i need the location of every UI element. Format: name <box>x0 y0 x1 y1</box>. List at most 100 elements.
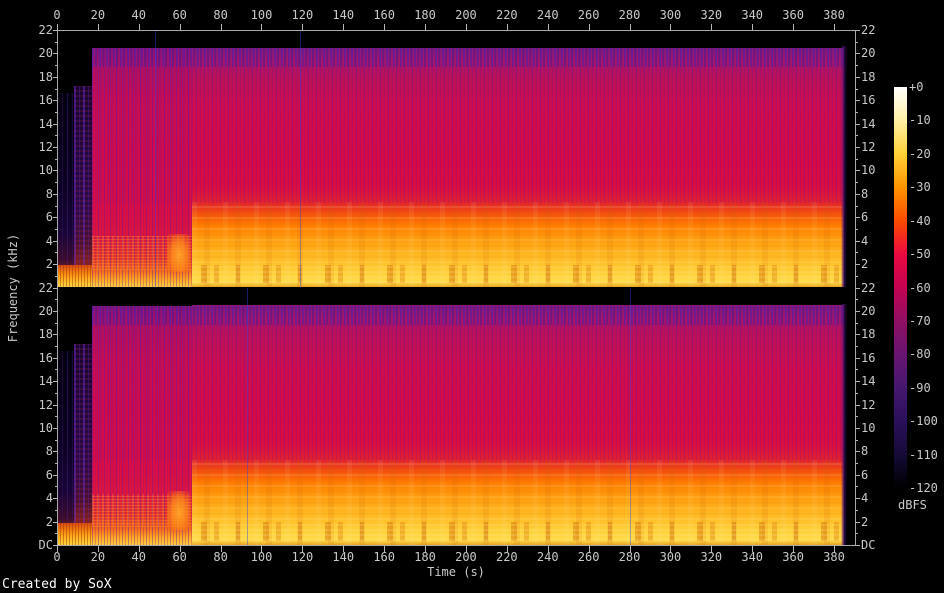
freq-tick-right <box>856 53 860 55</box>
freq-minor-tick-left <box>55 135 57 137</box>
colorbar-tick-label: -110 <box>909 447 938 462</box>
freq-tick-left <box>53 451 57 453</box>
freq-minor-tick-left <box>55 275 57 277</box>
time-tick-label-top: 60 <box>172 8 187 22</box>
colorbar-tick-label: -70 <box>909 313 931 328</box>
dbfs-colorbar <box>894 87 907 488</box>
freq-dc-label-left: DC <box>38 538 53 552</box>
time-tick-top <box>834 24 835 30</box>
freq-tick-right <box>856 287 860 289</box>
vertical-artifact-line-ch1 <box>247 287 249 545</box>
sox-spectrogram-window: 0 20 40 60 80 100 120 140 160 180 200 220 240 260 280 3… <box>0 0 944 593</box>
time-tick-label-bottom: 0 <box>53 550 61 564</box>
time-tick-label-top: 200 <box>455 8 477 22</box>
freq-tick-left <box>53 357 57 359</box>
freq-tick-label-right: 22 <box>861 23 876 37</box>
freq-tick-left <box>53 334 57 336</box>
time-axis-title: Time (s) <box>427 565 485 579</box>
time-tick-label-bottom: 380 <box>823 550 845 564</box>
colorbar-tick-label: -80 <box>909 347 931 362</box>
freq-tick-right <box>856 30 860 31</box>
time-tick-top <box>588 24 590 30</box>
freq-tick-right <box>856 193 860 195</box>
colorbar-tick-label: +0 <box>909 80 924 94</box>
time-tick-label-bottom: 100 <box>250 550 273 564</box>
freq-minor-tick-right <box>856 275 858 277</box>
vertical-artifact-line-ch1 <box>629 287 631 545</box>
time-tick-label-bottom: 40 <box>131 550 146 564</box>
freq-tick-right <box>856 264 860 266</box>
freq-minor-tick-right <box>856 88 858 90</box>
time-tick-top <box>465 24 467 30</box>
freq-minor-tick-right <box>856 205 858 207</box>
freq-minor-tick-left <box>55 205 57 207</box>
freq-tick-right <box>856 357 860 359</box>
freq-minor-tick-right <box>856 486 858 488</box>
spectrogram-quiet-intro-ch0 <box>57 93 74 288</box>
freq-tick-left <box>53 474 57 476</box>
time-tick-label-top: 140 <box>332 8 355 22</box>
time-tick-label-top: 180 <box>414 8 436 22</box>
time-tick-top <box>506 24 508 30</box>
freq-tick-right <box>856 427 860 429</box>
freq-tick-right <box>856 381 860 383</box>
freq-minor-tick-right <box>856 111 858 113</box>
freq-tick-right <box>856 123 860 125</box>
plot-border-bottom <box>57 545 856 546</box>
freq-minor-tick-left <box>55 111 57 113</box>
time-tick-label-bottom: 360 <box>782 550 804 564</box>
freq-tick-right <box>856 474 860 476</box>
freq-tick-right <box>856 545 860 546</box>
freq-minor-tick-left <box>55 392 57 394</box>
freq-minor-tick-left <box>55 182 57 184</box>
freq-tick-label-left: 10 <box>38 420 53 435</box>
time-tick-label-bottom: 60 <box>172 550 187 564</box>
freq-tick-label-left: 10 <box>38 163 53 178</box>
spectrogram-plot <box>57 30 855 545</box>
freq-minor-tick-right <box>856 369 858 371</box>
freq-minor-tick-right <box>856 392 858 394</box>
time-tick-top <box>425 24 427 30</box>
colorbar-tick-label: -50 <box>909 247 931 262</box>
spectrogram-intro-buildup-ch1 <box>73 343 92 545</box>
freq-minor-tick-left <box>55 533 57 535</box>
time-tick-label-top: 340 <box>741 8 764 22</box>
time-tick-label-bottom: 340 <box>741 550 764 564</box>
colorbar-tick-label: -100 <box>909 414 938 429</box>
freq-tick-label-left: 14 <box>38 116 53 131</box>
time-tick-label-bottom: 260 <box>577 550 600 564</box>
time-tick-top <box>220 24 222 30</box>
freq-tick-right <box>856 170 860 172</box>
freq-tick-right <box>856 310 860 312</box>
freq-minor-tick-left <box>55 486 57 488</box>
freq-axis-title: Frequency (kHz) <box>6 233 20 343</box>
time-tick-top <box>793 24 795 30</box>
freq-tick-left <box>53 53 57 55</box>
time-tick-top <box>179 24 181 30</box>
freq-minor-tick-left <box>55 158 57 160</box>
freq-tick-label-left: 22 <box>38 23 53 37</box>
time-tick-top <box>57 24 58 30</box>
freq-minor-tick-right <box>856 135 858 137</box>
freq-tick-left <box>53 170 57 172</box>
freq-tick-left <box>53 264 57 266</box>
time-tick-label-bottom: 300 <box>659 550 682 564</box>
freq-minor-tick-left <box>55 439 57 441</box>
time-tick-top <box>97 24 99 30</box>
freq-minor-tick-left <box>55 228 57 230</box>
plot-border-top <box>57 30 856 31</box>
time-tick-top <box>138 24 140 30</box>
freq-tick-left <box>53 521 57 523</box>
vertical-artifact-line-ch0 <box>155 30 157 288</box>
colorbar-tick-label: -40 <box>909 213 931 228</box>
colorbar-tick-label: -60 <box>909 280 931 295</box>
freq-tick-right <box>856 334 860 336</box>
spectrogram-intro-bass-ch1 <box>57 522 92 545</box>
colorbar-tick-label: -10 <box>909 113 931 128</box>
spectrogram-pre-section-swell-ch1 <box>167 491 191 530</box>
freq-minor-tick-right <box>856 182 858 184</box>
freq-tick-label-right: 2 <box>861 514 869 529</box>
freq-tick-right <box>856 147 860 149</box>
spectrogram-harmonic-striping-ch1 <box>91 306 844 461</box>
time-tick-top <box>711 24 713 30</box>
